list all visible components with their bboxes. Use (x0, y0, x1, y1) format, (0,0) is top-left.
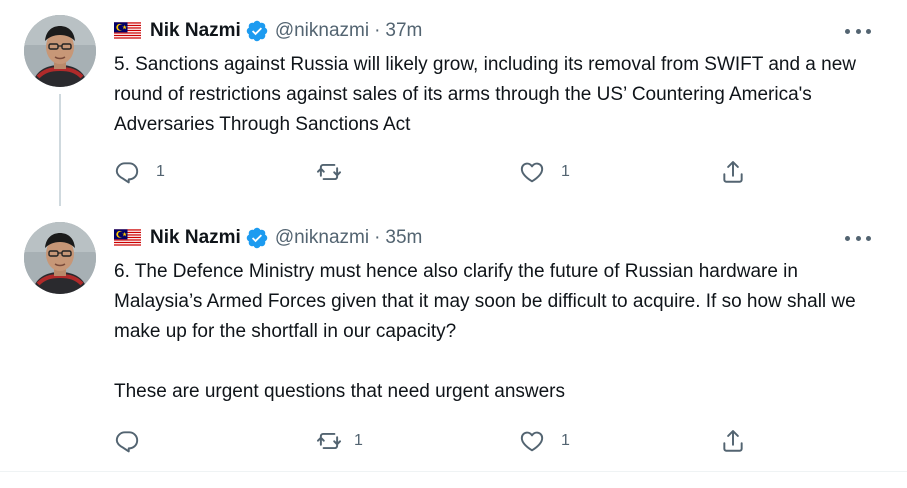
tweet-text: 6. The Defence Ministry must hence also … (114, 261, 856, 402)
tweet[interactable]: Nik Nazmi @niknazmi · 35m 6. The Defence… (0, 205, 907, 472)
share-icon (720, 428, 746, 454)
like-icon (519, 428, 545, 454)
reply-button[interactable]: 1 (114, 158, 165, 186)
avatar-image (24, 15, 96, 87)
reply-count: 1 (156, 163, 165, 180)
share-button[interactable] (720, 158, 746, 186)
reply-icon (114, 428, 140, 454)
retweet-button[interactable]: 1 (316, 427, 363, 455)
separator-dot: · (374, 227, 381, 248)
like-count: 1 (561, 432, 570, 449)
reply-button[interactable] (114, 427, 156, 455)
tweet-text: 5. Sanctions against Russia will likely … (114, 54, 862, 135)
more-options-icon[interactable] (845, 228, 871, 248)
tweet[interactable]: Nik Nazmi @niknazmi · 37m 5. Sanctions a… (0, 0, 907, 205)
tweet-actions: 1 1 (114, 427, 794, 455)
separator-dot: · (374, 20, 381, 41)
author-handle[interactable]: @niknazmi (275, 20, 369, 42)
author-name[interactable]: Nik Nazmi (150, 227, 241, 249)
tweet-timestamp[interactable]: 35m (385, 227, 422, 249)
share-button[interactable] (720, 427, 746, 455)
like-count: 1 (561, 163, 570, 180)
reply-icon (114, 159, 140, 185)
flag-malaysia-icon (114, 229, 141, 247)
retweet-icon (316, 428, 342, 454)
tweet-actions: 1 1 (114, 158, 794, 186)
flag-malaysia-icon (114, 22, 141, 40)
share-icon (720, 159, 746, 185)
like-button[interactable]: 1 (519, 158, 570, 186)
avatar[interactable] (24, 222, 96, 294)
author-handle[interactable]: @niknazmi (275, 227, 369, 249)
author-name[interactable]: Nik Nazmi (150, 20, 241, 42)
tweet-header: Nik Nazmi @niknazmi · 35m (114, 224, 422, 252)
like-button[interactable]: 1 (519, 427, 570, 455)
avatar-image (24, 222, 96, 294)
avatar[interactable] (24, 15, 96, 87)
like-icon (519, 159, 545, 185)
retweet-count: 1 (354, 432, 363, 449)
verified-badge-icon (245, 226, 269, 250)
verified-badge-icon (245, 19, 269, 43)
retweet-icon (316, 159, 342, 185)
retweet-button[interactable] (316, 158, 358, 186)
tweet-header: Nik Nazmi @niknazmi · 37m (114, 17, 422, 45)
tweet-timestamp[interactable]: 37m (385, 20, 422, 42)
more-options-icon[interactable] (845, 21, 871, 41)
